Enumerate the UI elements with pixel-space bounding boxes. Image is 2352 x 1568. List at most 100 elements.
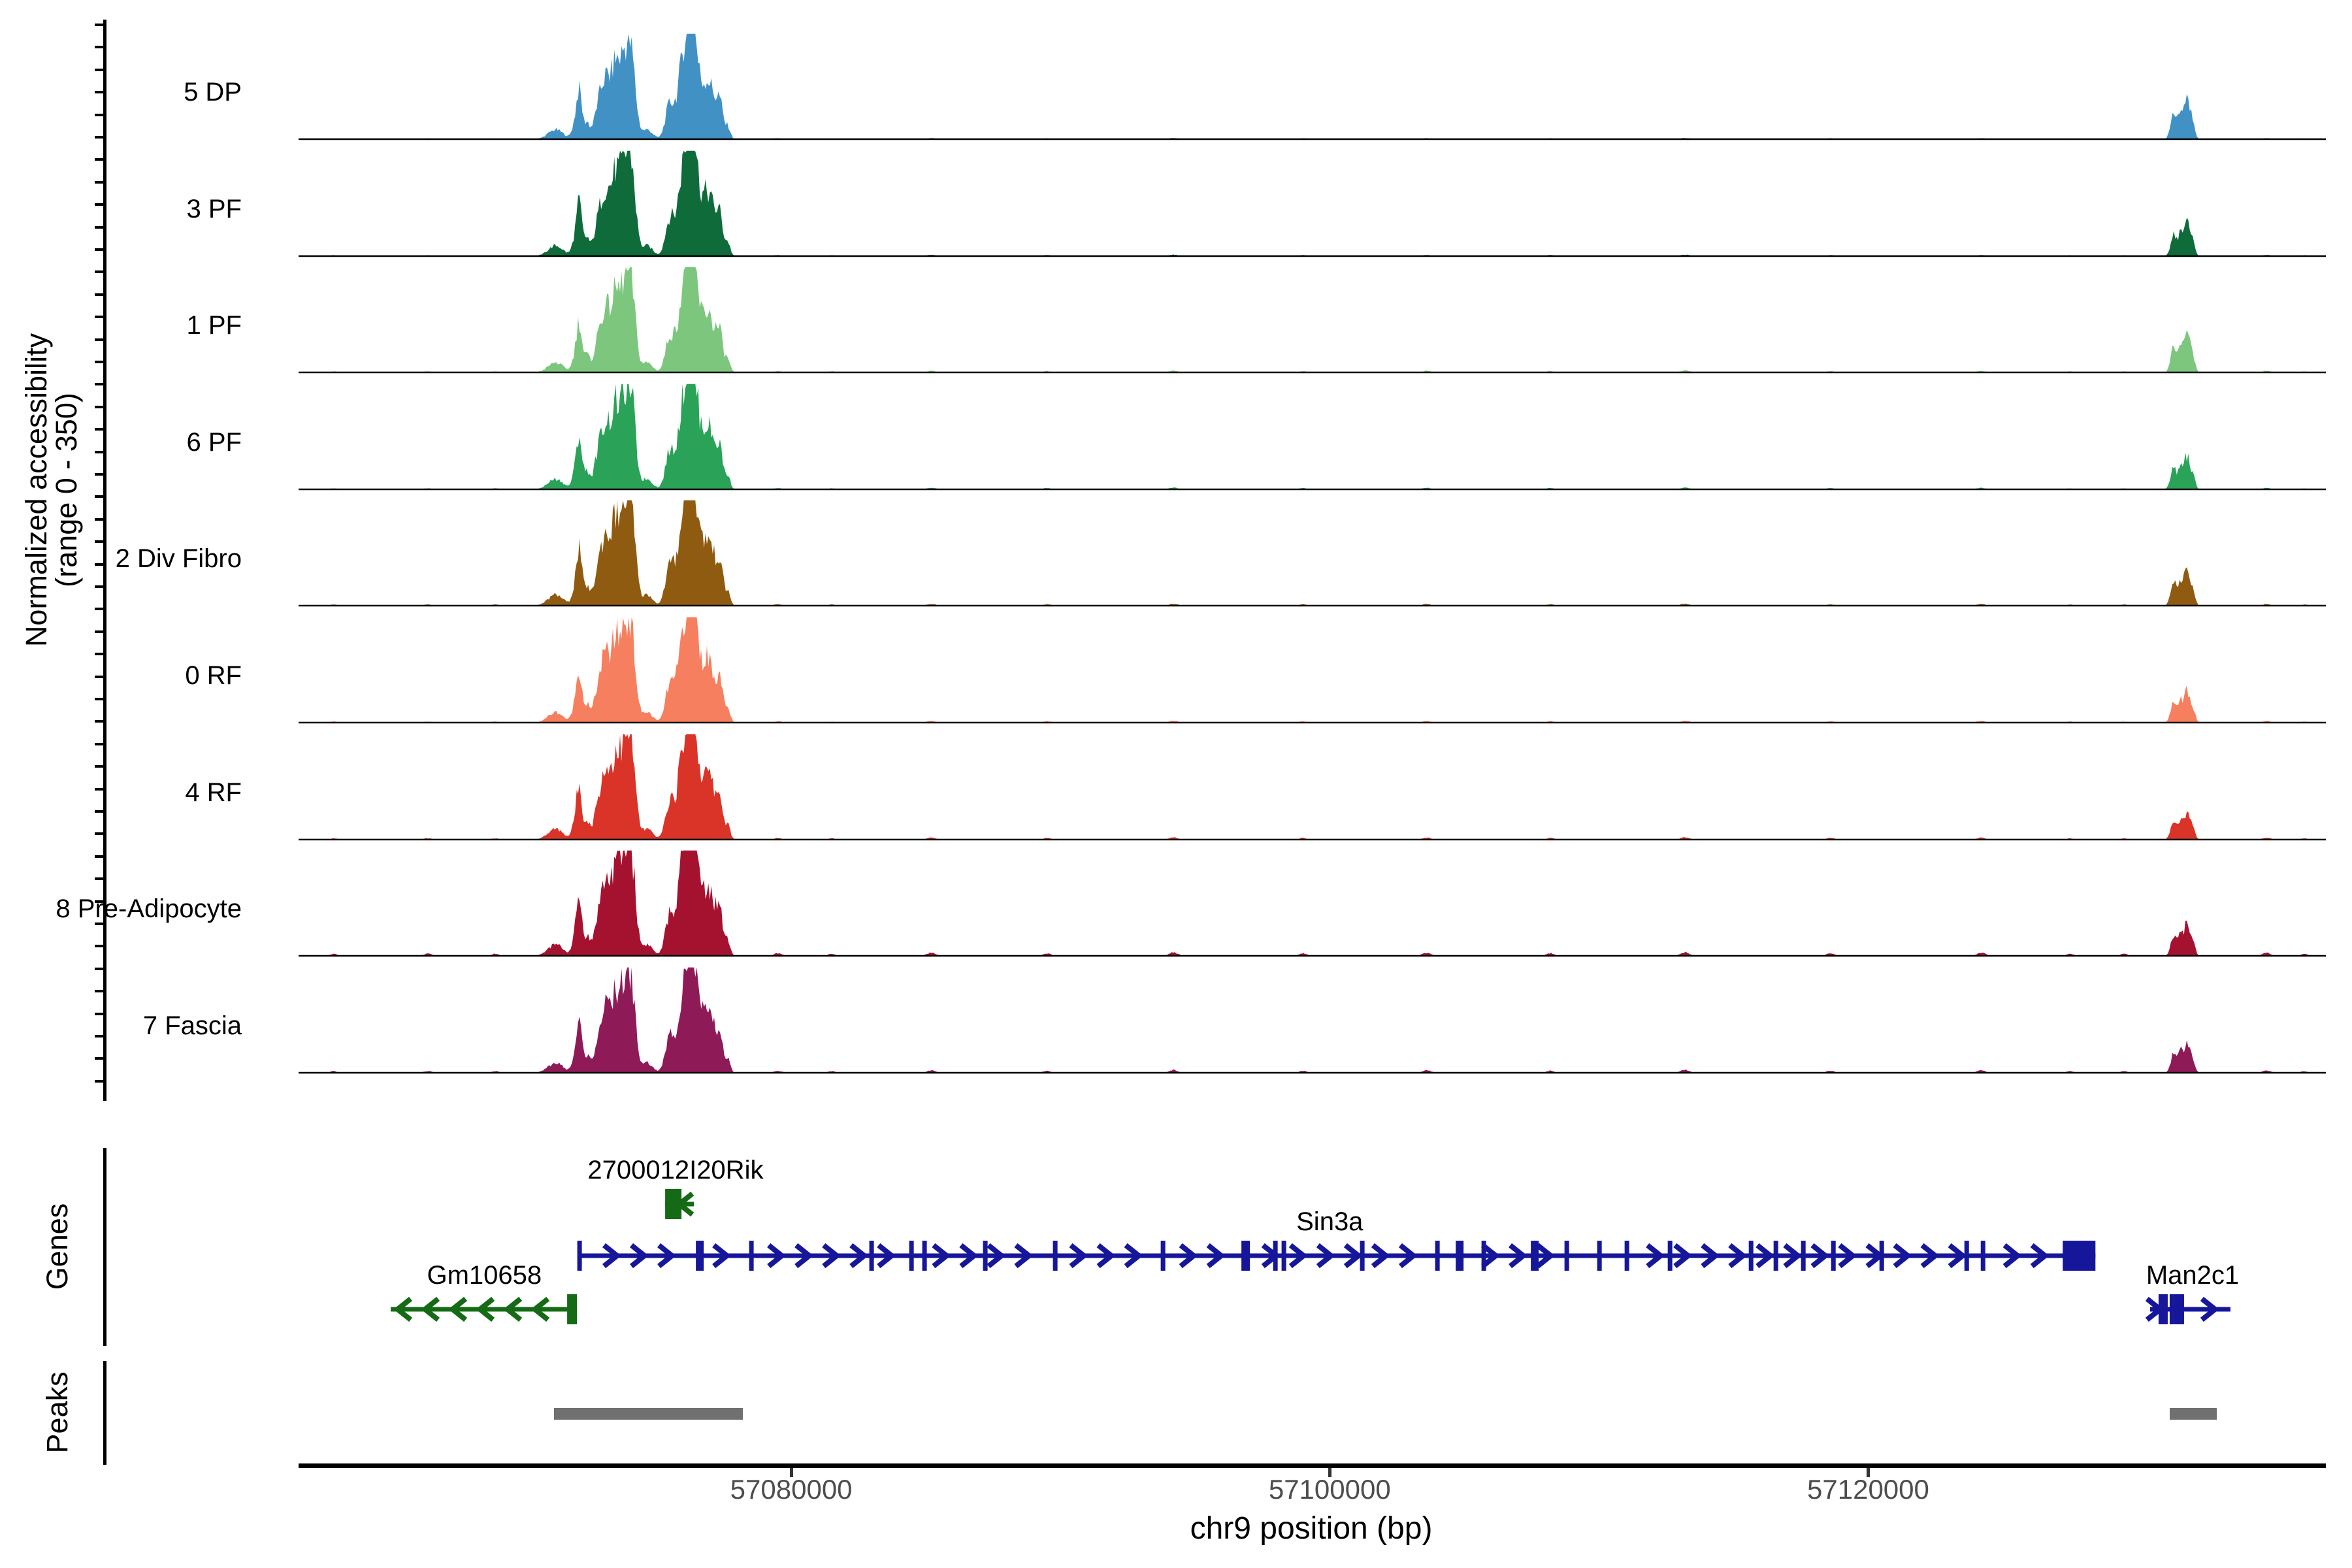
track-label-2-div-fibro: 2 Div Fibro bbox=[0, 542, 242, 576]
track-label-6-pf: 6 PF bbox=[0, 425, 242, 459]
x-axis-tick-label: 57120000 bbox=[1807, 1474, 1929, 1505]
exon bbox=[909, 1241, 914, 1271]
exon bbox=[2063, 1241, 2095, 1271]
signal-area bbox=[299, 150, 2326, 255]
y-axis-tick bbox=[95, 406, 104, 408]
signal-track-4-rf bbox=[299, 730, 2326, 842]
exon bbox=[1981, 1241, 1985, 1271]
y-axis-tick bbox=[95, 473, 104, 476]
signal-track-2-div-fibro bbox=[299, 496, 2326, 608]
signal-area bbox=[299, 500, 2326, 606]
x-axis-tick-label: 57100000 bbox=[1269, 1474, 1391, 1505]
coverage-plot: Normalized accessibility (range 0 - 350)… bbox=[0, 0, 2352, 1568]
exon bbox=[1053, 1241, 1058, 1271]
y-axis-tick bbox=[95, 743, 104, 745]
peaks-y-axis bbox=[103, 1361, 106, 1465]
y-axis-tick bbox=[95, 136, 104, 139]
y-axis-tick bbox=[95, 877, 104, 880]
y-axis-tick bbox=[95, 270, 104, 273]
gene-label-gm10658: Gm10658 bbox=[427, 1261, 542, 1290]
gene-label-sin3a: Sin3a bbox=[1296, 1207, 1363, 1237]
exon bbox=[1625, 1241, 1629, 1271]
y-axis-tick bbox=[95, 181, 104, 184]
signal-track-8-pre-adipocyte bbox=[299, 846, 2326, 958]
y-axis-tick bbox=[95, 855, 104, 858]
y-axis-tick bbox=[95, 810, 104, 813]
exon bbox=[1282, 1241, 1286, 1271]
track-label-7-fascia: 7 Fascia bbox=[0, 1009, 242, 1043]
signal-track-3-pf bbox=[299, 146, 2326, 259]
peak-region-bar bbox=[554, 1408, 742, 1420]
x-axis-title: chr9 position (bp) bbox=[1190, 1511, 1433, 1546]
exon bbox=[923, 1241, 927, 1271]
y-axis-tick bbox=[95, 698, 104, 700]
exon bbox=[1831, 1241, 1836, 1271]
gene-label-man2c1: Man2c1 bbox=[2146, 1261, 2239, 1290]
exon bbox=[1668, 1241, 1673, 1271]
y-axis-label-line1: Normalized accessibility bbox=[20, 333, 54, 647]
signal-area bbox=[299, 34, 2326, 139]
signal-track-5-dp bbox=[299, 29, 2326, 142]
gene-label-2700012i20rik: 2700012I20Rik bbox=[587, 1156, 763, 1185]
exon bbox=[567, 1294, 577, 1324]
y-axis-tick bbox=[95, 832, 104, 835]
y-axis-tick bbox=[95, 608, 104, 610]
y-axis-tick bbox=[95, 1080, 104, 1083]
exon bbox=[1565, 1241, 1569, 1271]
y-axis-tick bbox=[95, 158, 104, 161]
y-axis-tick bbox=[95, 653, 104, 655]
exon bbox=[696, 1241, 704, 1271]
exon bbox=[1456, 1241, 1463, 1271]
gene-models bbox=[299, 1156, 2326, 1352]
y-axis-tick bbox=[95, 24, 104, 26]
y-axis-tick bbox=[95, 968, 104, 970]
exon bbox=[1161, 1241, 1166, 1271]
track-label-4-rf: 4 RF bbox=[0, 776, 242, 809]
track-label-3-pf: 3 PF bbox=[0, 192, 242, 226]
y-axis-tick bbox=[95, 46, 104, 48]
signal-area bbox=[299, 734, 2326, 839]
signal-area bbox=[299, 968, 2326, 1073]
track-label-0-rf: 0 RF bbox=[0, 659, 242, 693]
track-label-8-pre-adipocyte: 8 Pre-Adipocyte bbox=[0, 892, 242, 926]
y-axis-tick bbox=[95, 630, 104, 633]
signal-area bbox=[299, 384, 2326, 489]
y-axis-tick bbox=[95, 495, 104, 498]
y-axis-tick bbox=[95, 361, 104, 363]
x-axis-tick-label: 57080000 bbox=[730, 1474, 853, 1505]
y-axis-tick bbox=[95, 585, 104, 588]
exon bbox=[1241, 1241, 1250, 1271]
exon bbox=[578, 1241, 582, 1271]
y-axis-tick bbox=[95, 945, 104, 947]
exon bbox=[1435, 1241, 1440, 1271]
exon bbox=[1531, 1241, 1539, 1271]
peak-region-bar bbox=[2170, 1408, 2217, 1420]
signal-area bbox=[299, 851, 2326, 956]
signal-track-1-pf bbox=[299, 263, 2326, 375]
y-axis-tick bbox=[95, 248, 104, 251]
y-axis-tick bbox=[95, 1057, 104, 1060]
y-axis-tick bbox=[95, 69, 104, 71]
exon bbox=[749, 1241, 754, 1271]
signal-track-6-pf bbox=[299, 380, 2326, 492]
y-axis-tick bbox=[95, 383, 104, 385]
peaks-section-label: Peaks bbox=[41, 1371, 74, 1453]
y-axis-tick bbox=[95, 720, 104, 723]
genes-section-label: Genes bbox=[41, 1203, 74, 1290]
signal-area bbox=[299, 617, 2326, 723]
track-label-5-dp: 5 DP bbox=[0, 75, 242, 109]
y-axis-tick bbox=[95, 293, 104, 296]
exon bbox=[983, 1241, 988, 1271]
signal-track-0-rf bbox=[299, 613, 2326, 725]
genes-y-axis bbox=[103, 1148, 106, 1346]
exon bbox=[2170, 1294, 2174, 1324]
exon bbox=[870, 1241, 874, 1271]
signal-track-7-fascia bbox=[299, 963, 2326, 1075]
y-axis-tick bbox=[95, 765, 104, 768]
y-axis-tick bbox=[95, 114, 104, 116]
y-axis-tick bbox=[95, 518, 104, 521]
exon bbox=[1597, 1241, 1602, 1271]
y-axis-tick bbox=[95, 990, 104, 992]
signal-area bbox=[299, 267, 2326, 372]
x-axis-line bbox=[299, 1463, 2326, 1468]
